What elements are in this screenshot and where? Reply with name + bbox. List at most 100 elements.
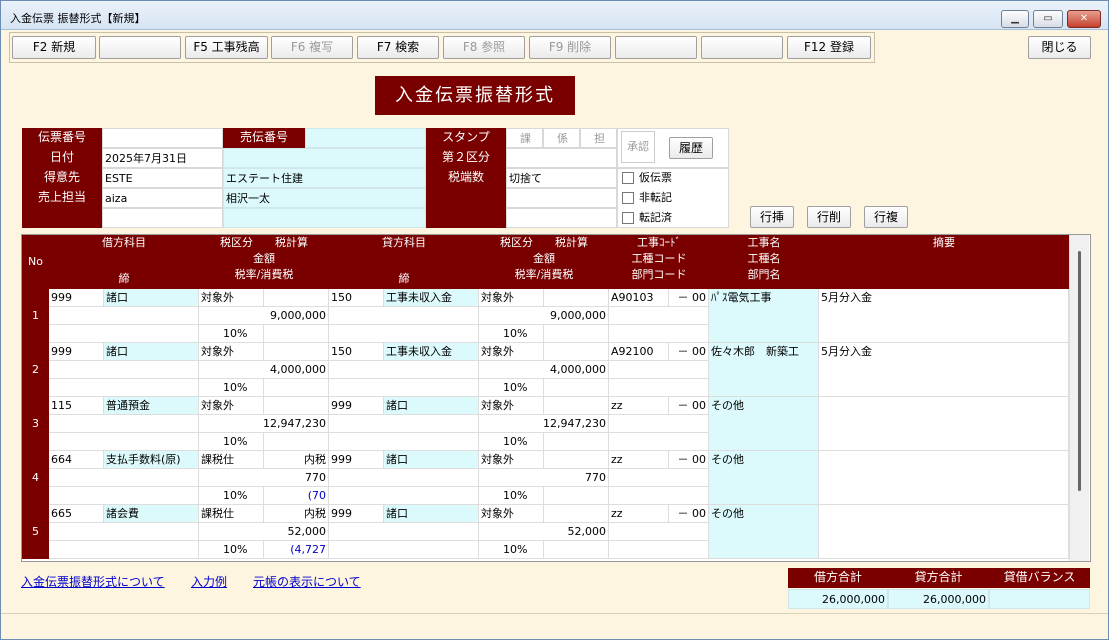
link-about[interactable]: 入金伝票振替形式について — [21, 573, 165, 590]
row-insert-button[interactable]: 行挿 — [750, 206, 794, 228]
credit-rate[interactable]: 10% — [479, 541, 544, 559]
memo-field[interactable] — [819, 505, 1069, 559]
credit-amount[interactable]: 9,000,000 — [479, 307, 609, 325]
bumon-code[interactable] — [609, 541, 709, 559]
credit-tax[interactable]: 対象外 — [479, 289, 544, 307]
tokui-code-field[interactable]: ESTE — [102, 168, 223, 188]
credit-calc[interactable] — [544, 397, 609, 415]
debit-code[interactable]: 665 — [49, 505, 104, 523]
blank-field-3[interactable] — [506, 188, 617, 208]
credit-rate[interactable]: 10% — [479, 433, 544, 451]
tanto-code-field[interactable]: aiza — [102, 188, 223, 208]
debit-calc[interactable]: 内税 — [264, 505, 329, 523]
debit-calc[interactable] — [264, 289, 329, 307]
credit-tax[interactable]: 対象外 — [479, 505, 544, 523]
credit-rate[interactable]: 10% — [479, 487, 544, 505]
toolbar-button-10[interactable]: F12 登録 — [787, 36, 871, 59]
memo-field[interactable] — [819, 397, 1069, 451]
toolbar-button-3[interactable]: F5 工事残高 — [185, 36, 268, 59]
debit-calc[interactable] — [264, 343, 329, 361]
credit-amount[interactable]: 52,000 — [479, 523, 609, 541]
bumon-code[interactable] — [609, 379, 709, 397]
debit-tax[interactable]: 対象外 — [199, 343, 264, 361]
debit-code[interactable]: 999 — [49, 343, 104, 361]
debit-amount[interactable]: 12,947,230 — [199, 415, 329, 433]
link-example[interactable]: 入力例 — [191, 573, 227, 590]
credit-tax[interactable]: 対象外 — [479, 343, 544, 361]
debit-amount[interactable]: 52,000 — [199, 523, 329, 541]
koji-code[interactable]: zz — [609, 451, 669, 469]
debit-rate[interactable]: 10% — [199, 325, 264, 343]
debit-amount[interactable]: 770 — [199, 469, 329, 487]
credit-calc[interactable] — [544, 343, 609, 361]
credit-rate[interactable]: 10% — [479, 379, 544, 397]
link-ledger[interactable]: 元帳の表示について — [253, 573, 361, 590]
memo-field[interactable] — [819, 451, 1069, 505]
denpyo-field[interactable] — [102, 128, 223, 148]
ktype-code[interactable] — [609, 361, 709, 379]
ktype-code[interactable] — [609, 415, 709, 433]
bumon-code[interactable] — [609, 325, 709, 343]
credit-calc[interactable] — [544, 451, 609, 469]
debit-rate[interactable]: 10% — [199, 433, 264, 451]
memo-field[interactable]: 5月分入金 — [819, 289, 1069, 343]
credit-code[interactable]: 150 — [329, 289, 384, 307]
scrollbar-thumb[interactable] — [1078, 251, 1081, 491]
ktype-code[interactable] — [609, 523, 709, 541]
blank-field-4[interactable] — [506, 208, 617, 228]
credit-code[interactable]: 999 — [329, 451, 384, 469]
tenkizumi-checkbox[interactable] — [622, 212, 634, 224]
koji-code[interactable]: A90103 — [609, 289, 669, 307]
grid-scrollbar[interactable] — [1069, 235, 1089, 561]
credit-calc[interactable] — [544, 289, 609, 307]
ktype-code[interactable] — [609, 469, 709, 487]
debit-tax[interactable]: 課税仕 — [199, 451, 264, 469]
credit-amount[interactable]: 770 — [479, 469, 609, 487]
kubun2-field[interactable] — [506, 148, 617, 168]
close-window-button[interactable]: ✕ — [1067, 10, 1101, 28]
debit-rate[interactable]: 10% — [199, 541, 264, 559]
memo-field[interactable]: 5月分入金 — [819, 343, 1069, 397]
debit-tax[interactable]: 課税仕 — [199, 505, 264, 523]
debit-tax[interactable]: 対象外 — [199, 397, 264, 415]
credit-code[interactable]: 999 — [329, 397, 384, 415]
credit-amount[interactable]: 12,947,230 — [479, 415, 609, 433]
maximize-button[interactable]: ▭ — [1033, 10, 1063, 28]
toolbar-button-1[interactable]: F2 新規 — [12, 36, 96, 59]
credit-code[interactable]: 999 — [329, 505, 384, 523]
bumon-code[interactable] — [609, 487, 709, 505]
debit-tax[interactable]: 対象外 — [199, 289, 264, 307]
uriden-field[interactable] — [305, 128, 426, 148]
debit-calc[interactable] — [264, 397, 329, 415]
credit-amount[interactable]: 4,000,000 — [479, 361, 609, 379]
koji-code[interactable]: zz — [609, 505, 669, 523]
credit-rate[interactable]: 10% — [479, 325, 544, 343]
debit-code[interactable]: 999 — [49, 289, 104, 307]
credit-tax[interactable]: 対象外 — [479, 397, 544, 415]
toolbar-button-5[interactable]: F7 検索 — [357, 36, 439, 59]
blank-field[interactable] — [102, 208, 223, 228]
row-copy-button[interactable]: 行複 — [864, 206, 908, 228]
credit-code[interactable]: 150 — [329, 343, 384, 361]
credit-tax[interactable]: 対象外 — [479, 451, 544, 469]
hitenki-checkbox[interactable] — [622, 192, 634, 204]
debit-rate[interactable]: 10% — [199, 379, 264, 397]
minimize-button[interactable]: ▁ — [1001, 10, 1029, 28]
blank-field-2[interactable] — [223, 208, 426, 228]
koji-code[interactable]: zz — [609, 397, 669, 415]
debit-amount[interactable]: 4,000,000 — [199, 361, 329, 379]
date-field[interactable]: 2025年7月31日 — [102, 148, 223, 168]
koji-code[interactable]: A92100 — [609, 343, 669, 361]
karidenpyo-checkbox[interactable] — [622, 172, 634, 184]
bumon-code[interactable] — [609, 433, 709, 451]
close-button[interactable]: 閉じる — [1028, 36, 1091, 59]
row-delete-button[interactable]: 行削 — [807, 206, 851, 228]
debit-amount[interactable]: 9,000,000 — [199, 307, 329, 325]
debit-code[interactable]: 115 — [49, 397, 104, 415]
credit-calc[interactable] — [544, 505, 609, 523]
history-button[interactable]: 履歴 — [669, 137, 713, 159]
debit-rate[interactable]: 10% — [199, 487, 264, 505]
hasu-field[interactable]: 切捨て — [506, 168, 617, 188]
ktype-code[interactable] — [609, 307, 709, 325]
debit-calc[interactable]: 内税 — [264, 451, 329, 469]
